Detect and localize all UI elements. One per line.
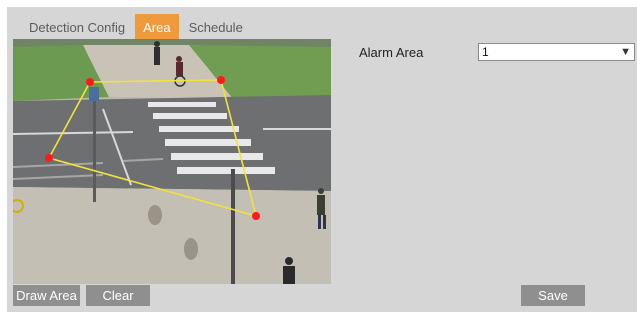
alarm-area-value: 1	[482, 45, 489, 59]
camera-scene	[13, 39, 331, 284]
chevron-down-icon[interactable]: ▼	[620, 44, 631, 60]
street-sign	[89, 87, 99, 101]
save-button[interactable]: Save	[521, 285, 585, 306]
area-vertex[interactable]	[252, 212, 260, 220]
tab-detection-config[interactable]: Detection Config	[7, 14, 133, 40]
area-vertex[interactable]	[217, 76, 225, 84]
lamp-post	[231, 169, 235, 284]
area-vertex[interactable]	[45, 154, 53, 162]
bollard	[148, 205, 162, 225]
draw-area-button[interactable]: Draw Area	[13, 285, 80, 306]
bollard	[184, 238, 198, 260]
tab-area[interactable]: Area	[135, 14, 179, 40]
pedestrian	[154, 41, 160, 65]
smart-detection-panel: Detection Config Area Schedule Alarm Are…	[7, 7, 637, 312]
alarm-area-select[interactable]: 1 ▼	[478, 43, 635, 61]
alarm-area-label: Alarm Area	[359, 45, 424, 60]
area-vertex[interactable]	[86, 78, 94, 86]
camera-preview[interactable]	[13, 39, 331, 284]
tab-bar: Detection Config Area Schedule	[7, 14, 251, 40]
clear-button[interactable]: Clear	[86, 285, 150, 306]
tab-schedule[interactable]: Schedule	[181, 14, 251, 40]
sign-pole	[93, 94, 96, 202]
